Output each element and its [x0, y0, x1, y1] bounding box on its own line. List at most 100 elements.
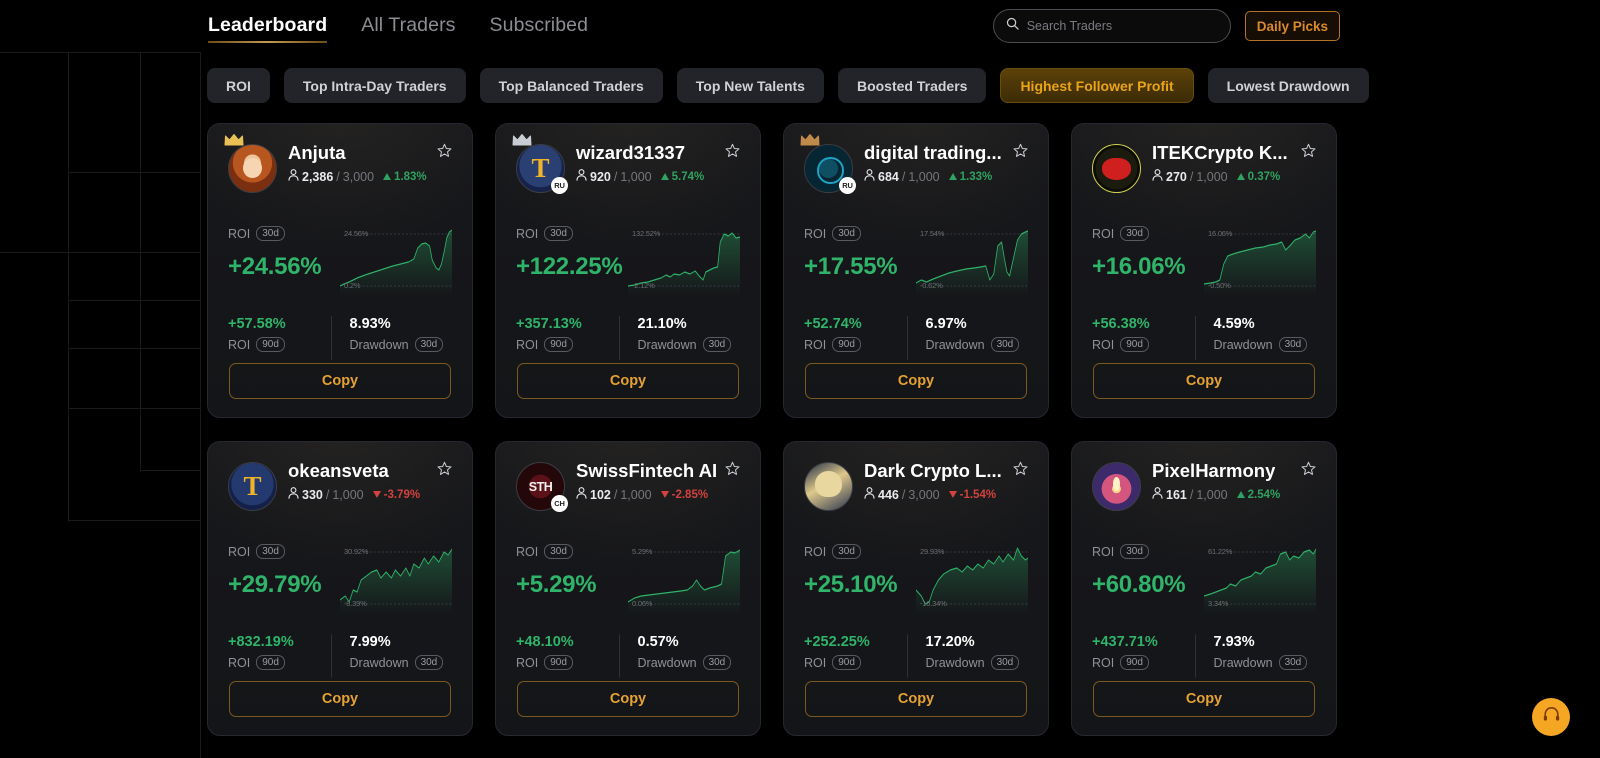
card-roi-section: ROI 30d +17.55% 17.54% -0.62% — [804, 226, 1028, 298]
card-roi-section: ROI 30d +24.56% 24.56% 0.2% — [228, 226, 452, 298]
favorite-star-icon[interactable] — [1013, 461, 1028, 481]
drawdown-value: 7.99% — [349, 634, 391, 650]
triangle-down-icon — [948, 489, 957, 501]
country-flag-badge: RU — [551, 177, 568, 194]
favorite-star-icon[interactable] — [437, 143, 452, 163]
copy-trader-button[interactable]: Copy — [229, 363, 451, 399]
trader-card[interactable]: okeansveta — [207, 441, 473, 736]
roi-sparkline-chart: 30.92% -8.39% — [340, 546, 452, 614]
drawdown-text: Drawdown — [1213, 655, 1273, 670]
daily-picks-button[interactable]: Daily Picks — [1244, 11, 1340, 41]
drawdown-text: Drawdown — [637, 655, 697, 670]
follower-separator: / — [325, 487, 330, 502]
card-header-text: ITEKCrypto K... 270 / 1,000 0.37% — [1152, 142, 1316, 184]
support-fab-button[interactable] — [1532, 698, 1570, 736]
roi-30d-value: +17.55% — [804, 253, 898, 280]
card-roi-section: ROI 30d +122.25% 132.52% -2.12% — [516, 226, 740, 298]
stat-drawdown-30d: 0.57% Drawdown 30d — [618, 634, 741, 678]
avatar-wrapper: RU — [800, 134, 856, 194]
sparkline-max-label: 61.22% — [1208, 547, 1233, 556]
chip-lowest-drawdown[interactable]: Lowest Drawdown — [1207, 68, 1369, 103]
roi-summary: ROI 30d +17.55% — [804, 226, 916, 298]
sparkline-min-label: -8.39% — [344, 599, 367, 608]
roi-90d-label: ROI 90d — [228, 337, 331, 352]
follower-separator: / — [336, 169, 340, 184]
chip-highest-follower-profit[interactable]: Highest Follower Profit — [1000, 68, 1194, 103]
favorite-star-icon[interactable] — [437, 461, 452, 481]
chip-top-balanced-traders[interactable]: Top Balanced Traders — [479, 68, 663, 103]
drawdown-label: Drawdown 30d — [926, 655, 1029, 670]
search-input[interactable] — [1026, 19, 1218, 33]
roi-30d-value: +24.56% — [228, 253, 322, 280]
copy-trader-button[interactable]: Copy — [517, 363, 739, 399]
follower-capacity: 1,000 — [908, 169, 940, 184]
roi-90d-value: +832.19% — [228, 634, 294, 650]
period-pill-30d: 30d — [1278, 337, 1308, 352]
roi-text: ROI — [516, 544, 539, 559]
card-stats-row: +48.10% ROI 90d 0.57% Drawdown 30d — [516, 634, 740, 678]
trader-card[interactable]: Dark Crypto L... 446 / 3,000 -1.54% ROI … — [783, 441, 1049, 736]
follower-separator: / — [901, 169, 906, 184]
trader-name: SwissFintech AI — [576, 460, 718, 481]
tab-leaderboard[interactable]: Leaderboard — [208, 0, 328, 43]
chip-roi[interactable]: ROI — [207, 68, 270, 103]
follower-count: 2,386/3,000 — [288, 169, 374, 184]
card-stats-row: +56.38% ROI 90d 4.59% Drawdown 30d — [1092, 316, 1316, 360]
follower-delta-value: 5.74% — [671, 170, 705, 183]
person-icon — [576, 169, 587, 184]
period-pill-30d: 30d — [544, 544, 573, 559]
roi-90d-value: +52.74% — [804, 316, 862, 332]
country-flag-badge: RU — [839, 177, 856, 194]
trader-name-row: okeansveta — [288, 460, 452, 482]
follower-delta-value: -3.79% — [383, 488, 421, 501]
triangle-up-icon — [1236, 489, 1245, 501]
follower-current: 330 — [302, 487, 323, 502]
trader-name: PixelHarmony — [1152, 460, 1276, 481]
trader-card[interactable]: Anjuta 2,386 / 3,000 1.83% ROI 30d +24.5… — [207, 123, 473, 418]
copy-trader-button[interactable]: Copy — [805, 681, 1027, 717]
trader-card[interactable]: RU wizard31337 — [495, 123, 761, 418]
period-pill-30d: 30d — [256, 226, 285, 241]
card-roi-section: ROI 30d +5.29% 5.29% 0.06% — [516, 544, 740, 616]
triangle-up-icon — [383, 171, 392, 183]
follower-separator: / — [1189, 169, 1194, 184]
person-icon — [288, 169, 299, 184]
drawdown-label: Drawdown 30d — [350, 655, 453, 670]
stat-roi-90d: +437.71% ROI 90d — [1092, 634, 1195, 678]
tab-all-traders[interactable]: All Traders — [361, 0, 455, 37]
sparkline-max-label: 17.54% — [920, 229, 945, 238]
sparkline-max-label: 132.52% — [632, 229, 661, 238]
follower-separator: / — [901, 487, 906, 502]
copy-trader-button[interactable]: Copy — [229, 681, 451, 717]
copy-trader-button[interactable]: Copy — [805, 363, 1027, 399]
roi-summary: ROI 30d +60.80% — [1092, 544, 1204, 616]
stat-drawdown-30d: 7.93% Drawdown 30d — [1194, 634, 1317, 678]
favorite-star-icon[interactable] — [1013, 143, 1028, 163]
stat-drawdown-30d: 8.93% Drawdown 30d — [330, 316, 453, 360]
card-header: Anjuta 2,386 / 3,000 1.83% — [224, 134, 452, 204]
follower-current: 684 — [878, 169, 899, 184]
favorite-star-icon[interactable] — [1301, 461, 1316, 481]
tab-subscribed[interactable]: Subscribed — [490, 0, 589, 37]
roi-90d-value: +48.10% — [516, 634, 574, 650]
copy-trader-button[interactable]: Copy — [517, 681, 739, 717]
roi-summary: ROI 30d +16.06% — [1092, 226, 1204, 298]
roi-30d-label: ROI 30d — [1092, 544, 1204, 559]
favorite-star-icon[interactable] — [1301, 143, 1316, 163]
trader-card[interactable]: CH SwissFintech AI — [495, 441, 761, 736]
trader-card[interactable]: RU digital trading... 684 / 1,000 1.33% … — [783, 123, 1049, 418]
search-traders-box[interactable] — [992, 9, 1231, 43]
trader-card[interactable]: ITEKCrypto K... 270 / 1,000 0.37% ROI 30… — [1071, 123, 1337, 418]
chip-top-new-talents[interactable]: Top New Talents — [676, 68, 824, 103]
copy-trader-button[interactable]: Copy — [1093, 681, 1315, 717]
period-pill-90d: 90d — [544, 337, 573, 352]
copy-trader-button[interactable]: Copy — [1093, 363, 1315, 399]
trader-card[interactable]: PixelHarmony 161 / 1,000 2.54% ROI 30d +… — [1071, 441, 1337, 736]
chip-top-intra-day-traders[interactable]: Top Intra-Day Traders — [283, 68, 466, 103]
roi-sparkline-chart: 61.22% 3.34% — [1204, 546, 1316, 614]
favorite-star-icon[interactable] — [725, 143, 740, 163]
country-flag-badge: CH — [551, 495, 568, 512]
follower-row: 920/1,000 5.74% — [576, 169, 740, 184]
favorite-star-icon[interactable] — [725, 461, 740, 481]
chip-boosted-traders[interactable]: Boosted Traders — [837, 68, 987, 103]
